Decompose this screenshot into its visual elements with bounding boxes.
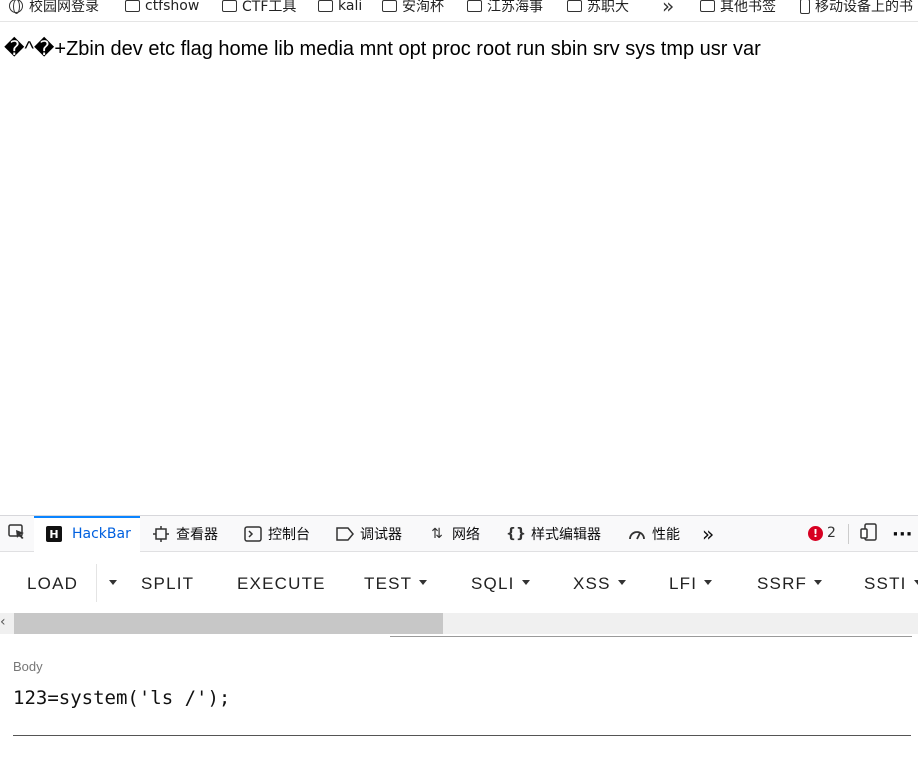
style-editor-icon: {} [506, 526, 526, 542]
caret-down-icon [704, 580, 713, 586]
tab-label: 性能 [652, 527, 680, 543]
page-output-text: �^�+Zbin dev etc flag home lib media mnt… [4, 38, 761, 60]
tab-label: 网络 [452, 527, 480, 543]
console-icon [244, 525, 262, 543]
bookmark-label: 其他书签 [720, 0, 776, 15]
bookmark-ctf-tools[interactable]: CTF工具 [222, 0, 296, 16]
hackbar-icon: H [46, 526, 62, 542]
tab-label: 调试器 [360, 527, 402, 543]
caret-down-icon [913, 580, 918, 586]
debugger-icon [336, 525, 354, 543]
test-menu-button[interactable]: TEST [364, 574, 428, 594]
bookmark-other[interactable]: 其他书签 [700, 0, 776, 16]
load-button[interactable]: LOAD [27, 574, 78, 594]
button-label: LFI [669, 574, 698, 593]
devtools-tabbar: H HackBar 查看器 控制台 调试器 ⇅ 网络 {} 样式编辑器 性能 »… [0, 516, 918, 552]
split-button[interactable]: SPLIT [141, 574, 194, 594]
folder-icon [318, 0, 333, 12]
bookmark-label: ctfshow [145, 0, 200, 14]
bookmark-label: 校园网登录 [29, 0, 99, 15]
caret-down-icon [521, 580, 530, 586]
folder-icon [567, 0, 582, 12]
toolbar-divider [848, 524, 849, 544]
xss-menu-button[interactable]: XSS [573, 574, 626, 594]
folder-icon [700, 0, 715, 12]
bookmark-jiangsu-maritime[interactable]: 江苏海事 [467, 0, 543, 16]
error-icon: ! [808, 525, 823, 541]
bookmark-anxun[interactable]: 安洵杯 [382, 0, 444, 16]
bookmark-label: 苏职大 [587, 0, 629, 15]
error-count: 2 [827, 525, 836, 541]
tab-performance[interactable]: 性能 [628, 516, 680, 552]
button-label: SSTI [864, 574, 907, 593]
element-picker-icon [7, 522, 27, 546]
element-picker-button[interactable] [2, 516, 32, 552]
caret-down-icon [814, 580, 823, 586]
bookmarks-bar: 校园网登录 ctfshow CTF工具 kali 安洵杯 江苏海事 苏职大 » … [0, 0, 918, 22]
performance-icon [628, 525, 646, 543]
url-field-underline [390, 636, 912, 637]
phone-icon [800, 0, 810, 14]
button-label: SQLI [471, 574, 515, 593]
bookmark-suzhi[interactable]: 苏职大 [567, 0, 629, 16]
responsive-mode-icon [860, 523, 878, 545]
tab-inspector[interactable]: 查看器 [152, 516, 218, 552]
bookmark-ctfshow[interactable]: ctfshow [125, 0, 199, 16]
tab-hackbar[interactable]: H HackBar [34, 516, 140, 552]
chevron-double-right-icon[interactable]: » [702, 516, 714, 552]
bookmark-label: 安洵杯 [402, 0, 444, 15]
tab-label: 样式编辑器 [531, 527, 601, 543]
lfi-menu-button[interactable]: LFI [669, 574, 713, 594]
horizontal-scrollbar[interactable]: ‹ [0, 613, 918, 634]
responsive-mode-button[interactable] [860, 516, 878, 552]
folder-icon [467, 0, 482, 12]
tab-label: HackBar [72, 526, 131, 542]
button-label: TEST [364, 574, 413, 593]
tab-label: 查看器 [176, 527, 218, 543]
tab-console[interactable]: 控制台 [244, 516, 310, 552]
execute-button[interactable]: EXECUTE [237, 574, 326, 594]
load-options-dropdown[interactable] [102, 574, 117, 594]
inspector-icon [152, 525, 170, 543]
error-count-badge[interactable]: ! 2 [808, 525, 836, 541]
folder-icon [125, 0, 140, 12]
bookmark-campus-login[interactable]: 校园网登录 [9, 0, 99, 16]
tab-style-editor[interactable]: {} 样式编辑器 [506, 516, 601, 552]
caret-down-icon [617, 580, 626, 586]
folder-icon [382, 0, 397, 12]
scrollbar-thumb[interactable] [14, 613, 443, 634]
button-label: SSRF [757, 574, 808, 593]
network-icon: ⇅ [431, 526, 443, 542]
globe-icon [9, 0, 23, 14]
tab-label: 控制台 [268, 527, 310, 543]
ssti-menu-button[interactable]: SSTI [864, 574, 918, 594]
scroll-left-icon[interactable]: ‹ [0, 614, 6, 630]
button-label: XSS [573, 574, 611, 593]
more-options-icon[interactable]: ··· [892, 516, 913, 552]
bookmark-mobile[interactable]: 移动设备上的书 [800, 0, 913, 16]
folder-icon [222, 0, 237, 12]
tab-network[interactable]: ⇅ 网络 [428, 516, 480, 552]
sqli-menu-button[interactable]: SQLI [471, 574, 530, 594]
bookmark-label: 移动设备上的书 [815, 0, 913, 15]
caret-down-icon [109, 580, 117, 586]
bookmark-label: 江苏海事 [487, 0, 543, 15]
ssrf-menu-button[interactable]: SSRF [757, 574, 823, 594]
caret-down-icon [419, 580, 428, 586]
toolbar-divider [96, 564, 97, 602]
chevron-double-right-icon[interactable]: » [662, 0, 674, 18]
bookmark-label: kali [338, 0, 363, 14]
hackbar-toolbar: LOAD SPLIT EXECUTE TEST SQLI XSS LFI SSR… [0, 552, 918, 612]
tab-debugger[interactable]: 调试器 [336, 516, 402, 552]
devtools-panel: H HackBar 查看器 控制台 调试器 ⇅ 网络 {} 样式编辑器 性能 »… [0, 515, 918, 757]
bookmark-label: CTF工具 [242, 0, 297, 15]
body-input[interactable]: 123=system('ls /'); [13, 684, 911, 736]
body-field-label: Body [13, 659, 43, 674]
bookmark-kali[interactable]: kali [318, 0, 362, 16]
